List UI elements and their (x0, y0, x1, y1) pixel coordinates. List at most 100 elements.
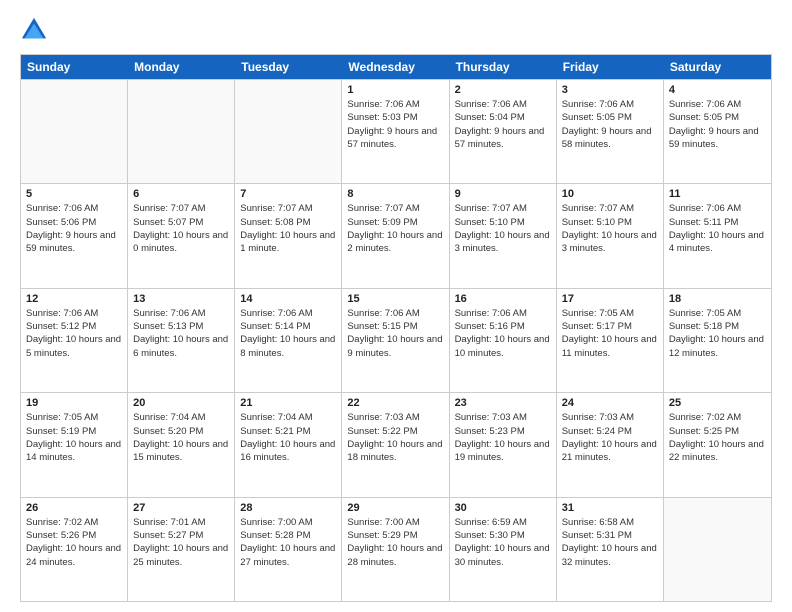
day-info: Sunrise: 7:00 AM Sunset: 5:28 PM Dayligh… (240, 516, 336, 569)
day-info: Sunrise: 7:07 AM Sunset: 5:07 PM Dayligh… (133, 202, 229, 255)
cal-cell: 6 Sunrise: 7:07 AM Sunset: 5:07 PM Daylig… (128, 184, 235, 287)
day-number: 12 (26, 293, 122, 305)
cal-cell: 18 Sunrise: 7:05 AM Sunset: 5:18 PM Dayli… (664, 289, 771, 392)
cal-cell: 12 Sunrise: 7:06 AM Sunset: 5:12 PM Dayli… (21, 289, 128, 392)
day-info: Sunrise: 7:07 AM Sunset: 5:08 PM Dayligh… (240, 202, 336, 255)
day-info: Sunrise: 6:58 AM Sunset: 5:31 PM Dayligh… (562, 516, 658, 569)
day-number: 3 (562, 84, 658, 96)
day-info: Sunrise: 7:03 AM Sunset: 5:23 PM Dayligh… (455, 411, 551, 464)
cal-cell: 26 Sunrise: 7:02 AM Sunset: 5:26 PM Dayli… (21, 498, 128, 601)
cal-cell: 31 Sunrise: 6:58 AM Sunset: 5:31 PM Dayli… (557, 498, 664, 601)
day-info: Sunrise: 7:06 AM Sunset: 5:05 PM Dayligh… (669, 98, 766, 151)
cal-cell: 17 Sunrise: 7:05 AM Sunset: 5:17 PM Dayli… (557, 289, 664, 392)
day-number: 22 (347, 397, 443, 409)
cal-cell: 25 Sunrise: 7:02 AM Sunset: 5:25 PM Dayli… (664, 393, 771, 496)
cal-cell: 5 Sunrise: 7:06 AM Sunset: 5:06 PM Daylig… (21, 184, 128, 287)
day-info: Sunrise: 7:04 AM Sunset: 5:21 PM Dayligh… (240, 411, 336, 464)
cal-cell: 13 Sunrise: 7:06 AM Sunset: 5:13 PM Dayli… (128, 289, 235, 392)
cal-cell: 21 Sunrise: 7:04 AM Sunset: 5:21 PM Dayli… (235, 393, 342, 496)
day-number: 24 (562, 397, 658, 409)
day-number: 31 (562, 502, 658, 514)
header-day-sunday: Sunday (21, 55, 128, 79)
day-info: Sunrise: 7:01 AM Sunset: 5:27 PM Dayligh… (133, 516, 229, 569)
day-info: Sunrise: 7:07 AM Sunset: 5:10 PM Dayligh… (562, 202, 658, 255)
day-number: 1 (347, 84, 443, 96)
calendar-body: 1 Sunrise: 7:06 AM Sunset: 5:03 PM Daylig… (21, 79, 771, 601)
header-day-thursday: Thursday (450, 55, 557, 79)
cal-cell: 8 Sunrise: 7:07 AM Sunset: 5:09 PM Daylig… (342, 184, 449, 287)
day-info: Sunrise: 7:04 AM Sunset: 5:20 PM Dayligh… (133, 411, 229, 464)
logo (20, 16, 52, 44)
header-day-tuesday: Tuesday (235, 55, 342, 79)
cal-cell: 23Sunrise: 7:03 AM Sunset: 5:23 PM Dayli… (450, 393, 557, 496)
header-day-monday: Monday (128, 55, 235, 79)
day-number: 6 (133, 188, 229, 200)
day-number: 7 (240, 188, 336, 200)
day-info: Sunrise: 7:02 AM Sunset: 5:26 PM Dayligh… (26, 516, 122, 569)
cal-cell: 9Sunrise: 7:07 AM Sunset: 5:10 PM Daylig… (450, 184, 557, 287)
cal-cell: 22 Sunrise: 7:03 AM Sunset: 5:22 PM Dayli… (342, 393, 449, 496)
day-number: 16 (455, 293, 551, 305)
day-number: 8 (347, 188, 443, 200)
day-number: 13 (133, 293, 229, 305)
day-info: Sunrise: 6:59 AM Sunset: 5:30 PM Dayligh… (455, 516, 551, 569)
day-info: Sunrise: 7:06 AM Sunset: 5:11 PM Dayligh… (669, 202, 766, 255)
day-number: 17 (562, 293, 658, 305)
cal-cell: 20Sunrise: 7:04 AM Sunset: 5:20 PM Dayli… (128, 393, 235, 496)
day-info: Sunrise: 7:06 AM Sunset: 5:04 PM Dayligh… (455, 98, 551, 151)
day-number: 2 (455, 84, 551, 96)
day-number: 21 (240, 397, 336, 409)
day-number: 11 (669, 188, 766, 200)
day-info: Sunrise: 7:06 AM Sunset: 5:13 PM Dayligh… (133, 307, 229, 360)
day-number: 5 (26, 188, 122, 200)
header-day-friday: Friday (557, 55, 664, 79)
cal-cell (21, 80, 128, 183)
header (20, 16, 772, 44)
day-info: Sunrise: 7:05 AM Sunset: 5:17 PM Dayligh… (562, 307, 658, 360)
week-row-2: 5 Sunrise: 7:06 AM Sunset: 5:06 PM Daylig… (21, 183, 771, 287)
cal-cell: 24 Sunrise: 7:03 AM Sunset: 5:24 PM Dayli… (557, 393, 664, 496)
cal-cell: 3 Sunrise: 7:06 AM Sunset: 5:05 PM Daylig… (557, 80, 664, 183)
cal-cell: 1 Sunrise: 7:06 AM Sunset: 5:03 PM Daylig… (342, 80, 449, 183)
day-info: Sunrise: 7:06 AM Sunset: 5:12 PM Dayligh… (26, 307, 122, 360)
cal-cell: 30Sunrise: 6:59 AM Sunset: 5:30 PM Dayli… (450, 498, 557, 601)
day-number: 28 (240, 502, 336, 514)
day-number: 18 (669, 293, 766, 305)
cal-cell (235, 80, 342, 183)
cal-cell: 15 Sunrise: 7:06 AM Sunset: 5:15 PM Dayli… (342, 289, 449, 392)
cal-cell: 29 Sunrise: 7:00 AM Sunset: 5:29 PM Dayli… (342, 498, 449, 601)
cal-cell: 10Sunrise: 7:07 AM Sunset: 5:10 PM Dayli… (557, 184, 664, 287)
day-info: Sunrise: 7:06 AM Sunset: 5:05 PM Dayligh… (562, 98, 658, 151)
cal-cell (128, 80, 235, 183)
cal-cell (664, 498, 771, 601)
cal-cell: 2 Sunrise: 7:06 AM Sunset: 5:04 PM Daylig… (450, 80, 557, 183)
cal-cell: 16 Sunrise: 7:06 AM Sunset: 5:16 PM Dayli… (450, 289, 557, 392)
day-info: Sunrise: 7:07 AM Sunset: 5:10 PM Dayligh… (455, 202, 551, 255)
header-day-saturday: Saturday (664, 55, 771, 79)
day-number: 19 (26, 397, 122, 409)
cal-cell: 4 Sunrise: 7:06 AM Sunset: 5:05 PM Daylig… (664, 80, 771, 183)
day-info: Sunrise: 7:06 AM Sunset: 5:06 PM Dayligh… (26, 202, 122, 255)
day-info: Sunrise: 7:06 AM Sunset: 5:03 PM Dayligh… (347, 98, 443, 151)
day-number: 4 (669, 84, 766, 96)
day-number: 27 (133, 502, 229, 514)
day-info: Sunrise: 7:05 AM Sunset: 5:18 PM Dayligh… (669, 307, 766, 360)
day-info: Sunrise: 7:06 AM Sunset: 5:15 PM Dayligh… (347, 307, 443, 360)
day-info: Sunrise: 7:07 AM Sunset: 5:09 PM Dayligh… (347, 202, 443, 255)
week-row-1: 1 Sunrise: 7:06 AM Sunset: 5:03 PM Daylig… (21, 79, 771, 183)
day-info: Sunrise: 7:03 AM Sunset: 5:22 PM Dayligh… (347, 411, 443, 464)
day-info: Sunrise: 7:02 AM Sunset: 5:25 PM Dayligh… (669, 411, 766, 464)
day-number: 25 (669, 397, 766, 409)
week-row-5: 26 Sunrise: 7:02 AM Sunset: 5:26 PM Dayli… (21, 497, 771, 601)
day-info: Sunrise: 7:06 AM Sunset: 5:16 PM Dayligh… (455, 307, 551, 360)
cal-cell: 11 Sunrise: 7:06 AM Sunset: 5:11 PM Dayli… (664, 184, 771, 287)
day-number: 15 (347, 293, 443, 305)
cal-cell: 7 Sunrise: 7:07 AM Sunset: 5:08 PM Daylig… (235, 184, 342, 287)
day-number: 29 (347, 502, 443, 514)
header-day-wednesday: Wednesday (342, 55, 449, 79)
day-info: Sunrise: 7:03 AM Sunset: 5:24 PM Dayligh… (562, 411, 658, 464)
day-number: 26 (26, 502, 122, 514)
day-info: Sunrise: 7:00 AM Sunset: 5:29 PM Dayligh… (347, 516, 443, 569)
calendar-header: SundayMondayTuesdayWednesdayThursdayFrid… (21, 55, 771, 79)
page: SundayMondayTuesdayWednesdayThursdayFrid… (0, 0, 792, 612)
